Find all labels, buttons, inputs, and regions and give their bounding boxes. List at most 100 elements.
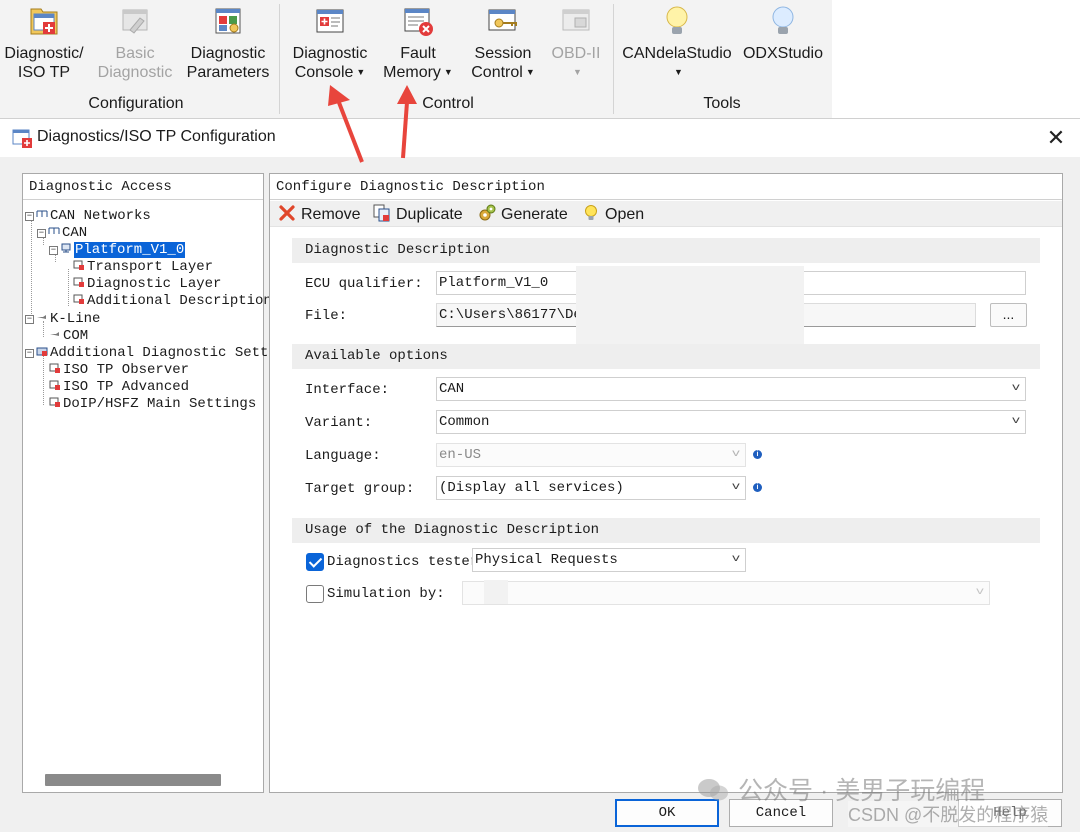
description-toolbar: Remove Duplicate Generate Open [270,201,1062,227]
tree-item-platform[interactable]: − Platform_V1_0 [49,242,186,259]
chevron-down-icon: v [975,587,985,598]
duplicate-label: Duplicate [396,206,463,223]
horizontal-scrollbar-thumb[interactable] [45,774,221,786]
basic-diagnostic-label-1: Basic [115,45,155,62]
candelastudio-label: CANdelaStudio [622,45,732,62]
chevron-down-icon: ▼ [525,67,535,77]
fault-memory-icon [401,4,435,38]
usage-section: Usage of the Diagnostic Description [292,518,1040,543]
target-group-select[interactable]: (Display all services) v [436,476,746,500]
language-value: en-US [439,447,482,463]
variant-select[interactable]: Common v [436,410,1026,434]
tree-item-additional-settings[interactable]: − Additional Diagnostic Setti [25,345,277,362]
tree-item-iso-tp-observer[interactable]: ISO TP Observer [49,362,189,379]
session-control-label-2: Control [471,64,523,81]
diagnostic-description-section: Diagnostic Description [292,238,1040,263]
variant-label: Variant: [305,415,373,431]
tree-item-diagnostic-layer[interactable]: Diagnostic Layer [73,276,221,293]
tree-label: COM [63,328,89,344]
diagnostic-parameters-icon [211,4,245,38]
ribbon-empty-area [832,0,1080,118]
collapse-icon[interactable]: − [25,349,34,358]
open-button[interactable]: Open [582,204,644,225]
ribbon-separator [613,4,614,114]
collapse-icon[interactable]: − [49,246,58,255]
setting-icon [49,363,60,373]
target-group-value: (Display all services) [439,480,624,496]
tree-label: K-Line [50,311,101,327]
ecu-qualifier-label: ECU qualifier: [305,276,423,292]
tree-item-transport-layer[interactable]: Transport Layer [73,259,213,276]
duplicate-icon [373,204,390,222]
setting-icon [49,397,60,407]
fault-memory-button[interactable]: Fault Memory ▼ [378,0,458,82]
tree-label: CAN [62,225,88,241]
candelastudio-button[interactable]: CANdelaStudio ▼ [622,0,732,82]
diagnostic-iso-tp-label-2: ISO TP [17,64,71,81]
open-label: Open [605,206,645,223]
target-group-label: Target group: [305,481,415,497]
tree-item-k-line[interactable]: − K-Line [25,311,100,328]
ecu-icon [61,243,71,253]
diagnostic-console-icon [313,4,347,38]
collapse-icon[interactable]: − [37,229,46,238]
dialog-titlebar[interactable]: Diagnostics/ISO TP Configuration ✕ [0,119,1080,157]
redacted-area [576,266,804,356]
language-select[interactable]: en-US v [436,443,746,467]
redacted-area [484,580,508,604]
info-icon[interactable]: i [753,483,762,492]
remove-icon [279,205,295,221]
diagnostics-tester-label: Diagnostics tester [327,554,479,570]
tree-item-can[interactable]: − CAN [37,225,87,242]
chevron-down-icon: v [1011,383,1021,394]
obd-ii-label: OBD-II [551,45,601,62]
dialog-title: Diagnostics/ISO TP Configuration [37,128,276,145]
chevron-down-icon: ▼ [573,67,582,77]
watermark-line-2: CSDN @不脱发的程序猿 [848,801,1049,827]
simulation-checkbox[interactable] [306,585,324,603]
generate-button[interactable]: Generate [478,204,568,225]
available-options-section: Available options [292,344,1040,369]
chevron-down-icon: ▼ [674,67,683,77]
network-icon [36,210,48,217]
simulation-select[interactable]: v [462,581,990,605]
lightbulb-icon [660,4,694,38]
remove-button[interactable]: Remove [278,204,361,225]
diagnostics-tester-checkbox[interactable] [306,553,324,571]
tree-item-can-networks[interactable]: − CAN Networks [25,208,151,225]
tree-item-additional-description[interactable]: Additional Description [73,293,272,310]
tree-item-doip[interactable]: DoIP/HSFZ Main Settings [49,396,256,413]
diagnostics-tester-select[interactable]: Physical Requests v [472,548,746,572]
collapse-icon[interactable]: − [25,315,34,324]
diagnostic-iso-tp-label-1: Diagnostic/ [4,45,84,62]
odxstudio-button[interactable]: ODXStudio [740,0,826,63]
obd-ii-button[interactable]: OBD-II ▼ [546,0,606,82]
diagnostic-console-button[interactable]: Diagnostic Console ▼ [286,0,374,82]
ribbon: Diagnostic/ ISO TP Basic Diagnostic Diag… [0,0,1080,118]
diagnostic-parameters-button[interactable]: Diagnostic Parameters [184,0,272,82]
generate-label: Generate [501,206,568,223]
info-icon[interactable]: i [753,450,762,459]
red-arrow-annotations [328,85,417,163]
interface-value: CAN [439,381,465,397]
network-icon [48,227,60,234]
session-control-button[interactable]: Session Control ▼ [464,0,542,82]
simulation-label: Simulation by: [327,586,445,602]
tree-label: ISO TP Observer [63,362,190,378]
setting-icon [73,260,84,270]
configuration-dialog: Diagnostics/ISO TP Configuration ✕ Diagn… [0,118,1080,832]
close-icon[interactable]: ✕ [1040,123,1072,153]
obd-ii-icon [559,4,593,38]
diagnostic-iso-tp-button[interactable]: Diagnostic/ ISO TP [2,0,86,82]
diagnostic-access-panel: Diagnostic Access − CAN Networks − CAN − Pl… [22,173,277,793]
basic-diagnostic-button[interactable]: Basic Diagnostic [94,0,176,82]
interface-select[interactable]: CAN v [436,377,1026,401]
tree-item-iso-tp-advanced[interactable]: ISO TP Advanced [49,379,189,396]
tree-item-com[interactable]: COM [49,328,88,345]
collapse-icon[interactable]: − [25,212,34,221]
basic-diagnostic-label-2: Diagnostic [97,64,173,81]
duplicate-button[interactable]: Duplicate [373,204,463,225]
tree-label: Diagnostic Layer [87,276,222,292]
browse-file-button[interactable]: ... [990,303,1027,327]
wechat-icon [696,776,730,804]
